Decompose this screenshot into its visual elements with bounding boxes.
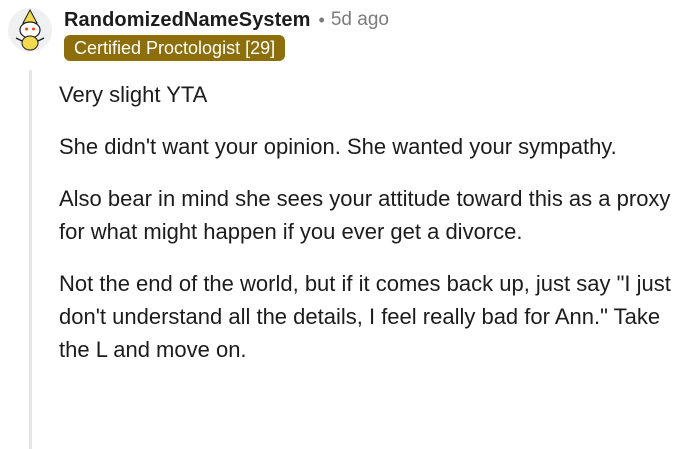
- snoo-avatar-icon: [15, 8, 45, 51]
- comment: RandomizedNameSystem • 5d ago Certified …: [0, 0, 700, 449]
- user-avatar[interactable]: [8, 8, 52, 52]
- user-flair-badge: Certified Proctologist [29]: [64, 35, 286, 61]
- username-link[interactable]: RandomizedNameSystem: [64, 9, 311, 32]
- separator-dot: •: [318, 9, 325, 30]
- comment-header: RandomizedNameSystem • 5d ago: [64, 6, 389, 34]
- comment-paragraph: Not the end of the world, but if it come…: [59, 271, 671, 362]
- thread-collapse-line[interactable]: [29, 70, 32, 449]
- timestamp[interactable]: 5d ago: [331, 9, 389, 31]
- comment-paragraph: Very slight YTA: [59, 82, 208, 107]
- comment-paragraph: She didn't want your opinion. She wanted…: [59, 134, 617, 159]
- comment-body: Very slight YTA She didn't want your opi…: [59, 78, 695, 385]
- comment-paragraph: Also bear in mind she sees your attitude…: [59, 186, 671, 244]
